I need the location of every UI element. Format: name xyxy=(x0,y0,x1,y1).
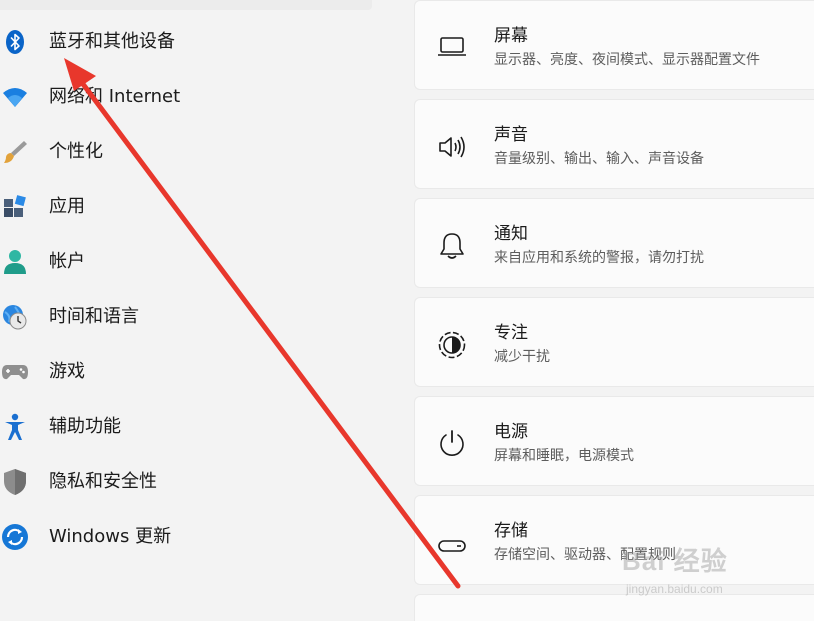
settings-card-sound[interactable]: 声音 音量级别、输出、输入、声音设备 xyxy=(414,99,814,189)
sidebar-item-time-language[interactable]: 时间和语言 xyxy=(0,297,360,337)
sidebar-item-label: 蓝牙和其他设备 xyxy=(49,31,175,52)
sidebar: 蓝牙和其他设备 网络和 Internet 个性化 应用 帐户 时间和语言 游戏 … xyxy=(0,0,412,621)
monitor-icon xyxy=(435,29,469,63)
sidebar-item-label: 时间和语言 xyxy=(49,306,139,327)
brush-icon xyxy=(0,137,30,167)
card-description: 屏幕和睡眠，电源模式 xyxy=(494,448,634,464)
bell-icon xyxy=(435,229,469,263)
card-title: 专注 xyxy=(494,323,528,343)
sidebar-top-item-edge[interactable] xyxy=(0,0,372,10)
baidu-watermark: Bai 经验 jingyan.baidu.com xyxy=(622,546,812,606)
settings-card-notifications[interactable]: 通知 来自应用和系统的警报，请勿打扰 xyxy=(414,198,814,288)
card-title: 存储 xyxy=(494,521,528,541)
sidebar-item-accounts[interactable]: 帐户 xyxy=(0,242,360,282)
card-title: 通知 xyxy=(494,224,528,244)
storage-icon xyxy=(435,529,469,563)
apps-icon xyxy=(0,192,30,222)
sidebar-item-label: Windows 更新 xyxy=(49,526,172,547)
sidebar-item-label: 帐户 xyxy=(49,251,85,272)
update-icon xyxy=(0,522,30,552)
settings-card-display[interactable]: 屏幕 显示器、亮度、夜间模式、显示器配置文件 xyxy=(414,0,814,90)
card-title: 屏幕 xyxy=(494,26,528,46)
card-title: 电源 xyxy=(494,422,528,442)
wifi-icon xyxy=(0,82,30,112)
sidebar-item-label: 个性化 xyxy=(49,141,103,162)
card-description: 显示器、亮度、夜间模式、显示器配置文件 xyxy=(494,52,760,68)
focus-icon xyxy=(435,328,469,362)
shield-icon xyxy=(0,467,30,497)
card-description: 来自应用和系统的警报，请勿打扰 xyxy=(494,250,704,266)
bluetooth-icon xyxy=(0,27,30,57)
power-icon xyxy=(435,427,469,461)
sidebar-item-accessibility[interactable]: 辅助功能 xyxy=(0,407,360,447)
sidebar-item-label: 辅助功能 xyxy=(49,416,121,437)
sidebar-item-personalization[interactable]: 个性化 xyxy=(0,132,360,172)
settings-card-power[interactable]: 电源 屏幕和睡眠，电源模式 xyxy=(414,396,814,486)
watermark-text: Bai 经验 xyxy=(622,546,728,576)
sidebar-item-apps[interactable]: 应用 xyxy=(0,187,360,227)
account-icon xyxy=(0,247,30,277)
sidebar-item-label: 游戏 xyxy=(49,361,85,382)
card-description: 减少干扰 xyxy=(494,349,550,365)
sidebar-item-label: 应用 xyxy=(49,196,85,217)
sidebar-item-windows-update[interactable]: Windows 更新 xyxy=(0,517,360,557)
card-description: 音量级别、输出、输入、声音设备 xyxy=(494,151,704,167)
sidebar-item-label: 网络和 Internet xyxy=(49,86,181,107)
settings-card-focus[interactable]: 专注 减少干扰 xyxy=(414,297,814,387)
sidebar-item-label: 隐私和安全性 xyxy=(49,471,157,492)
speaker-icon xyxy=(435,130,469,164)
watermark-url: jingyan.baidu.com xyxy=(626,582,723,596)
sidebar-item-network[interactable]: 网络和 Internet xyxy=(0,77,360,117)
clock-globe-icon xyxy=(0,302,30,332)
sidebar-item-privacy[interactable]: 隐私和安全性 xyxy=(0,462,360,502)
sidebar-item-gaming[interactable]: 游戏 xyxy=(0,352,360,392)
gamepad-icon xyxy=(0,357,30,387)
accessibility-icon xyxy=(0,412,30,442)
sidebar-item-bluetooth[interactable]: 蓝牙和其他设备 xyxy=(0,22,360,62)
card-title: 声音 xyxy=(494,125,528,145)
